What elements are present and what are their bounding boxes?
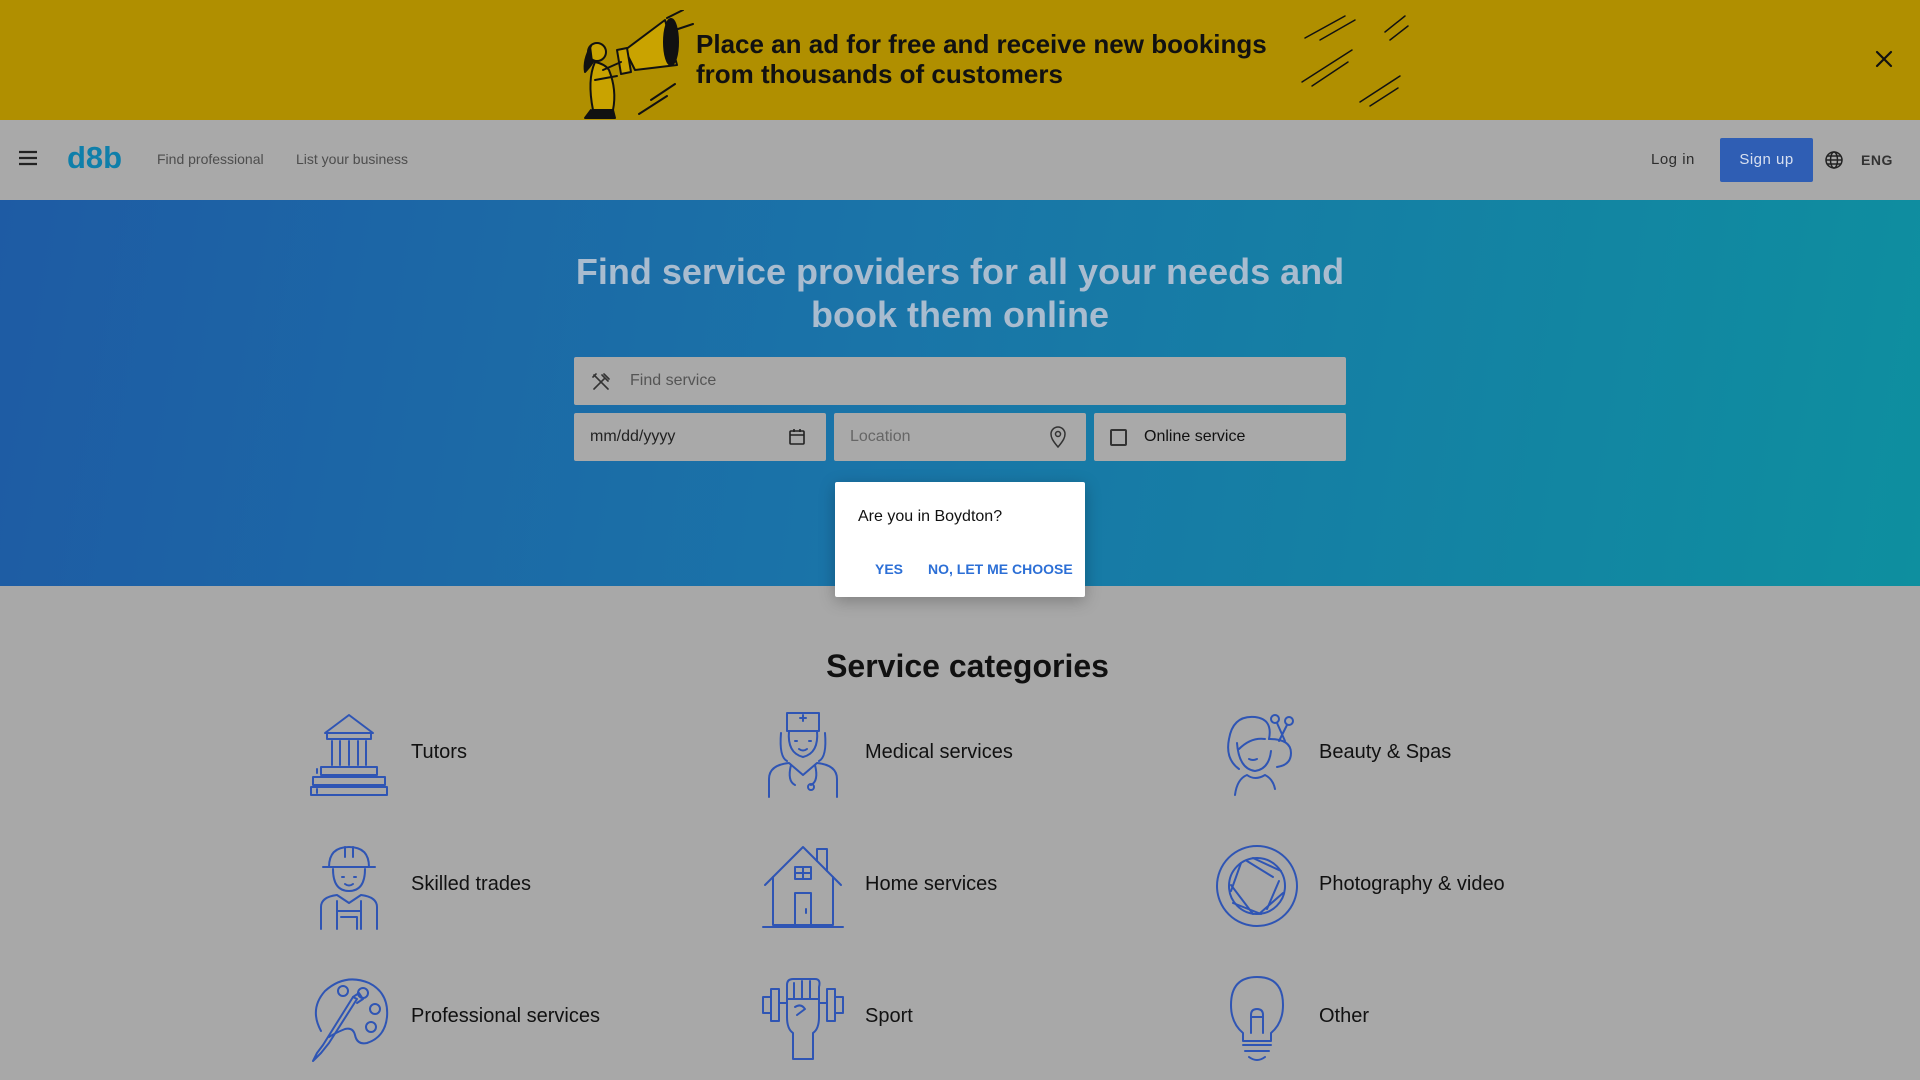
signup-button[interactable]: Sign up bbox=[1720, 138, 1813, 182]
logo[interactable]: d8b bbox=[67, 140, 122, 176]
megaphone-woman-icon bbox=[583, 10, 694, 119]
category-tutors[interactable]: Tutors bbox=[307, 709, 707, 799]
decorative-lines-icon bbox=[1301, 15, 1409, 107]
popup-question: Are you in Boydton? bbox=[858, 508, 1003, 525]
category-photography-video[interactable]: Photography & video bbox=[1215, 841, 1615, 931]
promo-banner: Place an ad for free and receive new boo… bbox=[0, 0, 1920, 120]
top-navbar: d8b Find professional List your business… bbox=[0, 120, 1920, 200]
category-label: Photography & video bbox=[1319, 873, 1505, 895]
category-label: Professional services bbox=[411, 1005, 600, 1027]
woman-scissors-icon bbox=[1227, 714, 1294, 796]
category-label: Skilled trades bbox=[411, 873, 532, 895]
palette-brush-icon bbox=[312, 978, 389, 1062]
location-placeholder: Location bbox=[850, 428, 911, 445]
promo-text: Place an ad for free and receive new boo… bbox=[696, 29, 1267, 89]
building-books-icon bbox=[310, 714, 388, 796]
category-sport[interactable]: Sport bbox=[761, 973, 1161, 1063]
category-professional-services[interactable]: Professional services bbox=[307, 973, 707, 1063]
category-medical-services[interactable]: Medical services bbox=[761, 709, 1161, 799]
date-placeholder: mm/dd/yyyy bbox=[590, 428, 676, 445]
hamburger-menu-icon[interactable] bbox=[18, 148, 38, 168]
calendar-icon[interactable] bbox=[788, 428, 806, 446]
location-field[interactable]: Location bbox=[834, 413, 1086, 461]
category-beauty-spas[interactable]: Beauty & Spas bbox=[1215, 709, 1615, 799]
promo-content: Place an ad for free and receive new boo… bbox=[555, 10, 1415, 120]
hero-title: Find service providers for all your need… bbox=[575, 251, 1345, 335]
category-label: Sport bbox=[865, 1005, 913, 1027]
categories-title: Service categories bbox=[826, 648, 1109, 684]
tools-icon bbox=[592, 373, 610, 390]
nurse-icon bbox=[768, 712, 838, 798]
category-label: Other bbox=[1319, 1005, 1370, 1027]
house-icon bbox=[762, 846, 844, 928]
search-placeholder: Find service bbox=[630, 372, 717, 389]
online-service-checkbox[interactable] bbox=[1110, 429, 1127, 446]
close-icon[interactable] bbox=[1872, 47, 1896, 71]
worker-helmet-icon bbox=[320, 846, 378, 930]
lightbulb-icon bbox=[1230, 976, 1284, 1061]
category-label: Tutors bbox=[411, 741, 467, 763]
category-skilled-trades[interactable]: Skilled trades bbox=[307, 841, 707, 931]
category-home-services[interactable]: Home services bbox=[761, 841, 1161, 931]
category-other[interactable]: Other bbox=[1215, 973, 1615, 1063]
popup-no-button[interactable]: NO, LET ME CHOOSE bbox=[928, 561, 1073, 577]
dumbbell-fist-icon bbox=[762, 978, 844, 1060]
popup-yes-button[interactable]: YES bbox=[875, 561, 903, 577]
language-selector[interactable]: ENG bbox=[1861, 152, 1893, 168]
category-label: Medical services bbox=[865, 741, 1013, 763]
nav-list-your-business[interactable]: List your business bbox=[296, 151, 408, 167]
nav-find-professional[interactable]: Find professional bbox=[157, 151, 264, 167]
location-confirm-popup: Are you in Boydton? YES NO, LET ME CHOOS… bbox=[835, 482, 1085, 597]
login-button[interactable]: Log in bbox=[1651, 151, 1695, 168]
camera-aperture-icon bbox=[1216, 845, 1298, 927]
service-search-input[interactable]: Find service bbox=[574, 357, 1346, 405]
online-service-label: Online service bbox=[1144, 428, 1246, 445]
online-service-toggle[interactable]: Online service bbox=[1094, 413, 1346, 461]
date-field[interactable]: mm/dd/yyyy bbox=[574, 413, 826, 461]
category-label: Home services bbox=[865, 873, 998, 895]
category-label: Beauty & Spas bbox=[1319, 741, 1452, 763]
location-pin-icon bbox=[1050, 426, 1066, 448]
globe-icon[interactable] bbox=[1824, 150, 1844, 170]
